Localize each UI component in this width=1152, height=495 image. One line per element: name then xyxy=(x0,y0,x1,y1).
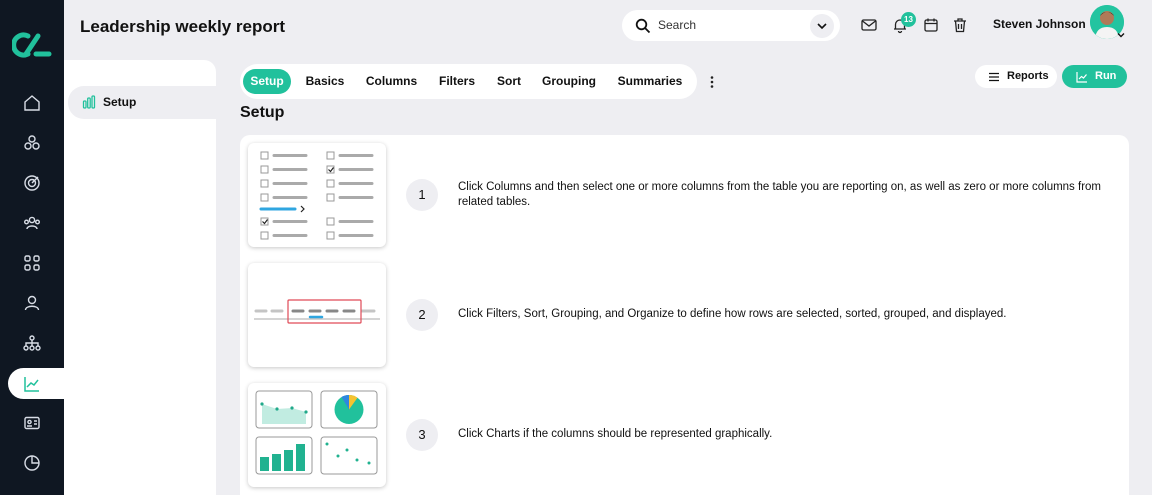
notification-badge: 13 xyxy=(901,12,916,27)
chevron-down-icon xyxy=(817,23,827,30)
step-number-3: 3 xyxy=(406,419,438,451)
org-chart-icon[interactable] xyxy=(20,331,44,355)
app-logo[interactable] xyxy=(12,30,52,60)
pie-chart-icon[interactable] xyxy=(20,451,44,475)
step-text-3: Click Charts if the columns should be re… xyxy=(458,428,773,440)
search-dropdown-button[interactable] xyxy=(810,14,834,38)
calendar-icon[interactable] xyxy=(922,16,940,34)
tab-setup[interactable]: Setup xyxy=(243,69,291,94)
charts-illustration xyxy=(248,383,386,487)
reports-button[interactable]: Reports xyxy=(975,65,1057,88)
user-name[interactable]: Steven Johnson xyxy=(993,17,1086,31)
search-input[interactable]: Search xyxy=(658,18,696,32)
filters-illustration xyxy=(248,263,386,367)
search-bar[interactable]: Search xyxy=(622,10,840,41)
step-text-2: Click Filters, Sort, Grouping, and Organ… xyxy=(458,308,1007,320)
modules-icon[interactable] xyxy=(20,131,44,155)
home-icon[interactable] xyxy=(20,91,44,115)
tab-filters[interactable]: Filters xyxy=(433,69,481,94)
tab-columns[interactable]: Columns xyxy=(360,69,423,94)
line-chart-icon xyxy=(1076,72,1087,83)
step-number-2: 2 xyxy=(406,299,438,331)
sidebar-item-setup[interactable]: Setup xyxy=(68,86,216,119)
tab-grouping[interactable]: Grouping xyxy=(537,69,601,94)
target-icon[interactable] xyxy=(20,171,44,195)
run-button[interactable]: Run xyxy=(1062,65,1127,88)
user-icon[interactable] xyxy=(20,291,44,315)
setup-panel: 1 Click Columns and then select one or m… xyxy=(240,135,1129,495)
tab-basics[interactable]: Basics xyxy=(300,69,350,94)
secondary-sidebar: Setup xyxy=(64,60,216,495)
reports-button-label: Reports xyxy=(1007,70,1049,82)
main-nav-rail xyxy=(0,0,72,495)
sidebar-item-label: Setup xyxy=(103,95,137,109)
bar-chart-icon xyxy=(82,95,96,109)
chevron-down-icon[interactable] xyxy=(1116,30,1126,40)
search-icon xyxy=(635,18,651,34)
team-icon[interactable] xyxy=(20,211,44,235)
page-title: Leadership weekly report xyxy=(80,17,286,36)
columns-illustration xyxy=(248,143,386,247)
tab-summaries[interactable]: Summaries xyxy=(611,69,689,94)
report-tabs: Setup Basics Columns Filters Sort Groupi… xyxy=(240,64,697,99)
apps-grid-icon[interactable] xyxy=(20,251,44,275)
mail-icon[interactable] xyxy=(860,16,878,34)
tab-sort[interactable]: Sort xyxy=(491,69,527,94)
run-button-label: Run xyxy=(1095,70,1117,82)
reports-line-chart-icon[interactable] xyxy=(20,372,44,396)
list-icon xyxy=(989,72,999,82)
id-card-icon[interactable] xyxy=(20,411,44,435)
trash-icon[interactable] xyxy=(951,16,969,34)
step-text-1: Click Columns and then select one or mor… xyxy=(458,181,1102,208)
section-title: Setup xyxy=(240,104,285,121)
more-vertical-icon[interactable] xyxy=(704,74,720,90)
step-number-1: 1 xyxy=(406,179,438,211)
